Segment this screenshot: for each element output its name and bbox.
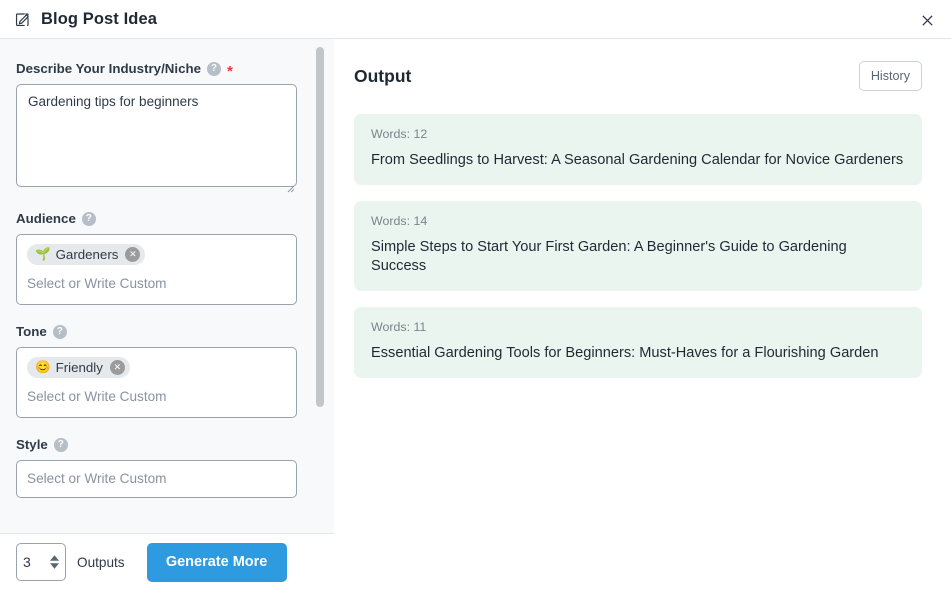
output-card[interactable]: Words: 12 From Seedlings to Harvest: A S… [354,114,922,185]
output-card-text: Simple Steps to Start Your First Garden:… [371,238,847,274]
history-button[interactable]: History [858,61,922,91]
smiling-face-icon: 😊 [35,360,51,375]
edit-square-icon [12,9,32,29]
style-tag-box[interactable] [16,460,297,498]
tag-label: Gardeners [55,247,119,262]
field-style-label-text: Style [16,437,48,452]
field-tone-label: Tone ? [16,324,318,339]
app-root: Blog Post Idea Describe Your Industry/Ni… [0,0,951,590]
field-audience: Audience ? 🌱 Gardeners ✕ [16,211,318,305]
tag-label: Friendly [55,360,103,375]
industry-textarea[interactable] [16,84,297,187]
field-industry-label-text: Describe Your Industry/Niche [16,61,201,76]
audience-input[interactable] [27,267,286,301]
chevron-down-icon [50,563,59,569]
output-card[interactable]: Words: 11 Essential Gardening Tools for … [354,306,922,378]
audience-tag-box[interactable]: 🌱 Gardeners ✕ [16,234,297,305]
field-tone-label-text: Tone [16,324,47,339]
outputs-count-value[interactable]: 3 [23,554,31,570]
seedling-icon: 🌱 [35,247,51,262]
industry-textarea-wrap [16,84,297,193]
field-style-label: Style ? [16,437,318,452]
output-card-text: Essential Gardening Tools for Beginners:… [371,344,879,361]
outputs-stepper[interactable]: 3 [16,543,66,581]
field-audience-label-text: Audience [16,211,76,226]
window-title: Blog Post Idea [41,9,157,28]
tag-remove-icon[interactable]: ✕ [109,360,125,375]
form-scroll-area: Describe Your Industry/Niche ? * Audie [0,39,334,533]
tag-remove-icon[interactable]: ✕ [125,247,141,262]
word-count-label: Words: 12 [371,127,428,141]
form-panel: Describe Your Industry/Niche ? * Audie [0,39,334,590]
close-icon[interactable] [915,8,939,32]
chevron-up-icon [50,555,59,561]
word-count-label: Words: 14 [371,213,428,228]
field-style: Style ? [16,437,318,498]
field-audience-label: Audience ? [16,211,318,226]
tag-chip: 🌱 Gardeners ✕ [27,244,146,265]
output-title: Output [354,65,412,86]
help-icon[interactable]: ? [53,437,68,452]
tag-chip: 😊 Friendly ✕ [27,357,130,378]
output-panel: Output History Words: 12 From Seedlings … [335,39,951,590]
window-titlebar: Blog Post Idea [0,0,951,39]
form-footer: 3 Outputs Generate More [0,533,334,590]
form-scrollbar-thumb[interactable] [316,47,324,407]
help-icon[interactable]: ? [206,61,221,76]
field-tone: Tone ? 😊 Friendly ✕ [16,324,318,418]
output-card-text: From Seedlings to Harvest: A Seasonal Ga… [371,152,904,168]
style-input[interactable] [27,462,286,496]
output-header: Output History [354,61,922,91]
outputs-label: Outputs [77,554,125,570]
tone-input[interactable] [27,380,286,414]
output-card[interactable]: Words: 14 Simple Steps to Start Your Fir… [354,200,922,291]
stepper-arrows[interactable] [50,555,59,569]
generate-more-button[interactable]: Generate More [146,542,287,582]
field-industry: Describe Your Industry/Niche ? * [16,61,318,193]
help-icon[interactable]: ? [52,324,67,339]
required-marker: * [226,63,233,80]
field-industry-label: Describe Your Industry/Niche ? * [16,61,318,80]
tone-tag-box[interactable]: 😊 Friendly ✕ [16,347,297,418]
word-count-label: Words: 11 [371,319,427,334]
help-icon[interactable]: ? [81,211,96,226]
